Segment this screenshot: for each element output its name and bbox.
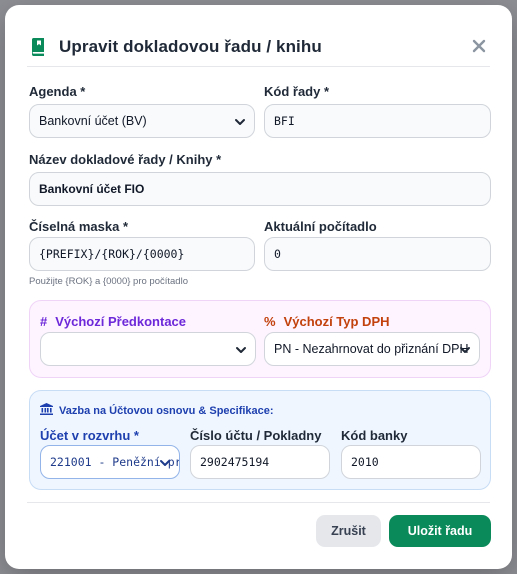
number-label: Číslo účtu / Pokladny [190, 428, 322, 443]
footer-divider [27, 502, 490, 503]
modal-header: Upravit dokladovou řadu / knihu [27, 33, 490, 61]
bank-code-input[interactable]: 2010 [341, 445, 481, 479]
dph-value: PN - Nezahrnovat do přiznání DPH [274, 342, 469, 356]
header-divider [27, 66, 490, 67]
predkontace-label: # Výchozí Předkontace [40, 314, 187, 329]
account-label: Účet v rozvrhu * [40, 428, 139, 443]
chevron-down-icon [160, 460, 170, 466]
bank-icon [40, 403, 53, 415]
book-icon [32, 38, 44, 56]
dph-label: % Výchozí Typ DPH [264, 314, 390, 329]
chevron-down-icon [235, 119, 245, 125]
binding-title: Vazba na Účtovou osnovu & Specifikace: [40, 403, 274, 417]
account-binding-panel: Vazba na Účtovou osnovu & Specifikace: Ú… [29, 390, 491, 490]
mask-label: Číselná maska * [29, 219, 129, 234]
agenda-value: Bankovní účet (BV) [39, 114, 147, 128]
mask-hint: Použijte {ROK} a {0000} pro počítadlo [29, 276, 188, 287]
name-input[interactable]: Bankovní účet FIO [29, 172, 491, 206]
close-button[interactable] [468, 35, 490, 57]
account-select[interactable]: 221001 - Peněžní prostředky na účtech [40, 445, 180, 479]
defaults-panel: # Výchozí Předkontace % Výchozí Typ DPH PN… [29, 300, 491, 378]
name-label: Název dokladové řady / Knihy * [29, 152, 222, 167]
counter-label: Aktuální počítadlo [264, 219, 377, 234]
code-label: Kód řady * [264, 84, 330, 99]
account-number-input[interactable]: 2902475194 [190, 445, 330, 479]
percent-icon: % [264, 314, 276, 329]
predkontace-select[interactable] [40, 332, 256, 366]
agenda-label: Agenda * [29, 84, 86, 99]
agenda-select[interactable]: Bankovní účet (BV) [29, 104, 255, 138]
code-input[interactable]: BFI [264, 104, 491, 138]
dph-select[interactable]: PN - Nezahrnovat do přiznání DPH [264, 332, 480, 366]
chevron-down-icon [460, 347, 470, 353]
bank-code-label: Kód banky [341, 428, 408, 443]
hash-icon: # [40, 314, 48, 329]
edit-series-modal: Upravit dokladovou řadu / knihu Agenda *… [5, 5, 512, 569]
counter-input[interactable]: 0 [264, 237, 491, 271]
chevron-down-icon [236, 347, 246, 353]
save-button[interactable]: Uložit řadu [389, 515, 491, 547]
cancel-button[interactable]: Zrušit [316, 515, 381, 547]
close-icon [472, 39, 486, 53]
modal-title: Upravit dokladovou řadu / knihu [59, 37, 322, 56]
mask-input[interactable]: {PREFIX}/{ROK}/{0000} [29, 237, 255, 271]
